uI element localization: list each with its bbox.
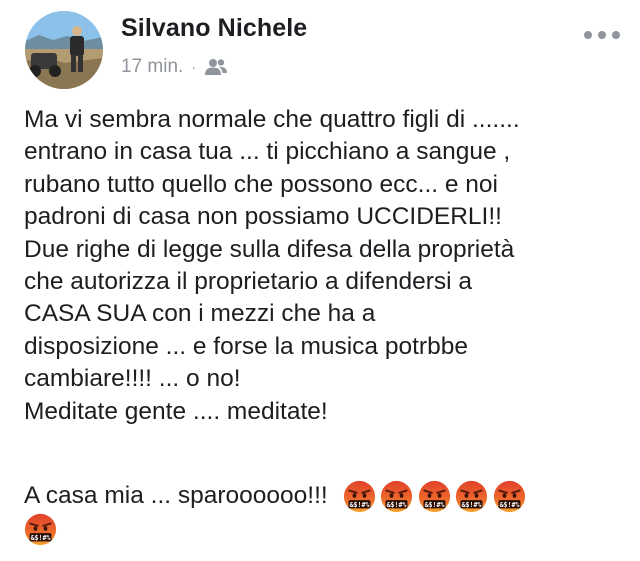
more-dot bbox=[598, 31, 606, 39]
post-timestamp[interactable]: 17 min. bbox=[121, 56, 183, 78]
svg-text:&$!#%: &$!#% bbox=[31, 534, 51, 542]
angry-face-emoji-icon: &$!#% bbox=[418, 480, 450, 513]
svg-text:&$!#%: &$!#% bbox=[499, 501, 519, 509]
post-text-line: Ma vi sembra normale che quattro figli d… bbox=[24, 106, 520, 133]
post-text-line: cambiare!!!! ... o no! bbox=[24, 365, 241, 393]
meta-separator: · bbox=[191, 59, 196, 75]
avatar-photo bbox=[25, 11, 103, 89]
post-text-line: disposizione ... e forse la musica potrb… bbox=[24, 332, 468, 360]
svg-text:&$!#%: &$!#% bbox=[387, 501, 407, 509]
facebook-post: Silvano Nichele 17 min. · Ma vi sembra n… bbox=[0, 0, 640, 561]
post-text-line: rubano tutto quello che possono ecc... e… bbox=[24, 170, 498, 198]
post-text-line: padroni di casa non possiamo UCCIDERLI!! bbox=[24, 203, 502, 231]
post-text-line: che autorizza il proprietario a difender… bbox=[24, 268, 473, 296]
post-text-line: CASA SUA con i mezzi che ha a bbox=[24, 300, 376, 328]
post-text-line: A casa mia ... sparoooooo!!! bbox=[24, 482, 328, 509]
more-options-icon[interactable] bbox=[584, 28, 620, 42]
more-dot bbox=[584, 31, 592, 39]
angry-face-emoji-icon: &$!#% bbox=[455, 480, 488, 513]
post-text-line: entrano in casa tua ... ti picchiano a s… bbox=[24, 138, 511, 166]
svg-text:&$!#%: &$!#% bbox=[424, 501, 444, 509]
svg-text:&$!#%: &$!#% bbox=[462, 501, 482, 509]
angry-face-emoji-icon: &$!#% bbox=[380, 480, 413, 513]
post-meta: 17 min. · bbox=[121, 55, 227, 79]
angry-face-emoji-icon: &$!#% bbox=[24, 513, 57, 546]
post-text: Ma vi sembra normale che quattro figli d… bbox=[24, 104, 624, 428]
emoji-row: &$!#% bbox=[24, 513, 62, 546]
post-text-final-line: A casa mia ... sparoooooo!!! &$!#% &$!#%… bbox=[24, 476, 624, 516]
post-text-line: Due righe di legge sulla difesa della pr… bbox=[24, 235, 515, 263]
friends-icon[interactable] bbox=[204, 58, 227, 76]
emoji-row: &$!#% &$!#% &$!#% &$!#% &$!#% bbox=[343, 480, 531, 513]
angry-face-emoji-icon: &$!#% bbox=[493, 480, 525, 513]
author-avatar[interactable] bbox=[25, 11, 103, 89]
svg-text:&$!#%: &$!#% bbox=[349, 501, 369, 509]
more-dot bbox=[612, 31, 620, 39]
angry-face-emoji-icon: &$!#% bbox=[343, 480, 375, 513]
post-text-line: Meditate gente .... meditate! bbox=[24, 397, 328, 425]
author-name[interactable]: Silvano Nichele bbox=[121, 14, 307, 43]
